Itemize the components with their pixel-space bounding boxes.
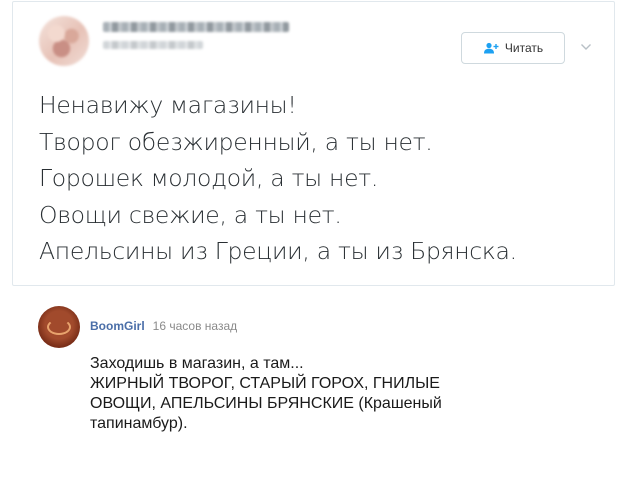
comment-text: Заходишь в магазин, а там... ЖИРНЫЙ ТВОР… (90, 354, 570, 434)
comment-timestamp: 16 часов назад (152, 319, 238, 333)
comment-author-link[interactable]: BoomGirl (90, 319, 145, 333)
follow-button-label: Читать (504, 41, 544, 55)
comment-avatar[interactable] (38, 306, 80, 348)
comment-text-line: тапинамбур). (90, 415, 188, 432)
tweet-text-line: Ненавижу магазины! (39, 91, 297, 119)
tweet-text-line: Овощи свежие, а ты нет. (39, 200, 342, 229)
comment-meta: BoomGirl 16 часов назад (90, 319, 237, 333)
blurred-username (103, 41, 203, 49)
chevron-down-icon[interactable] (579, 40, 593, 54)
follow-button[interactable]: Читать (461, 32, 565, 64)
tweet-text-line: Горошек молодой, а ты нет. (39, 164, 379, 192)
add-user-icon (483, 42, 499, 54)
comment-text-line: Заходишь в магазин, а там... (90, 355, 304, 372)
comment-text-line: ОВОЩИ, АПЕЛЬСИНЫ БРЯНСКИЕ (Крашеный (90, 395, 442, 412)
tweet-text-line: Творог обезжиренный, а ты нет. (39, 127, 433, 156)
tweet-user-info-blurred[interactable] (103, 22, 289, 49)
comment-text-line: ЖИРНЫЙ ТВОРОГ, СТАРЫЙ ГОРОХ, ГНИЛЫЕ (90, 375, 440, 392)
tweet-avatar-blurred[interactable] (39, 16, 89, 66)
blurred-display-name (103, 22, 289, 32)
tweet-text: Ненавижу магазины! Творог обезжиренный, … (39, 87, 609, 270)
tweet-card: Читать Ненавижу магазины! Творог обезжир… (12, 1, 615, 286)
tweet-text-line: Апельсины из Греции, а ты из Брянска. (39, 237, 517, 265)
